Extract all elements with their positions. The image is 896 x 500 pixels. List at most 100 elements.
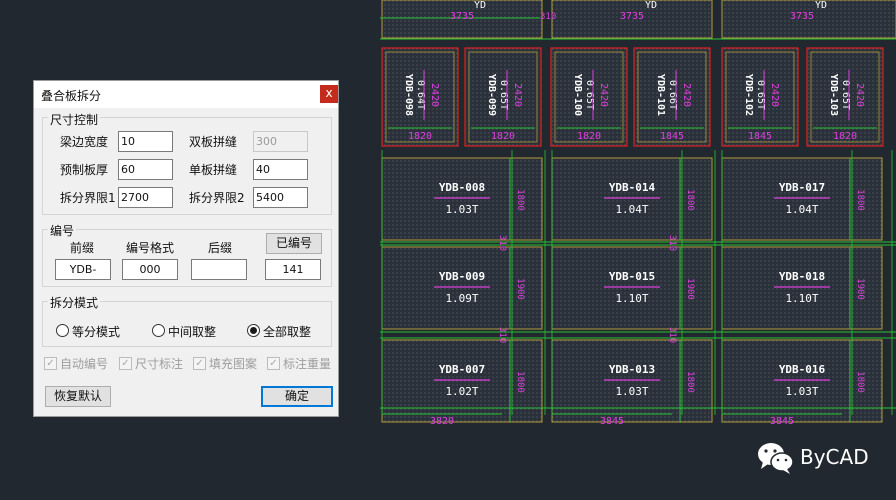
top-dim: 3735 [790,11,814,22]
numbered-count-input[interactable]: 141 [265,259,321,280]
mode-middle-radio[interactable] [152,324,165,337]
mode-all-label[interactable]: 全部取整 [263,323,311,340]
top-dim: 3735 [450,11,474,22]
watermark-text: ByCAD [800,445,869,469]
panel-length: 2420 [512,83,523,107]
panel-id: YDB-013 [609,363,655,376]
panel-id: YDB-008 [439,181,485,194]
panel-weight: 1.10T [615,292,648,305]
single-seam-label: 单板拼缝 [189,163,238,177]
split-limit-1-label: 拆分界限1 [60,191,116,205]
panel-weight: 1.02T [445,385,478,398]
precast-thickness-label: 预制板厚 [60,163,109,177]
size-group-label: 尺寸控制 [48,111,101,128]
weight-label-checkbox[interactable]: ✓ [267,357,280,370]
panel-id: YDB-007 [439,363,485,376]
panel-length: 2420 [769,83,780,107]
panel-width: 1845 [748,131,772,142]
panel-length: 2420 [429,83,440,107]
panel-dim: 1800 [855,189,865,211]
mode-equal-label[interactable]: 等分模式 [72,323,120,340]
top-label: YD [815,0,827,11]
split-dialog: 叠合板拆分 x 尺寸控制 梁边宽度 10 双板拼缝 300 预制板厚 60 单板… [33,80,339,417]
single-seam-input[interactable]: 40 [253,159,308,180]
split-limit-2-input[interactable]: 5400 [253,187,308,208]
joint-label: 310 [497,327,507,343]
wechat-icon [758,443,794,474]
split-limit-2-label: 拆分界限2 [189,191,245,205]
mode-all-radio[interactable] [247,324,260,337]
mode-middle-label[interactable]: 中间取整 [168,323,216,340]
panel-weight: 1.03T [785,385,818,398]
prefix-label: 前缀 [70,241,95,255]
panel-id: YDB-102 [743,74,754,116]
panel-bottom-dim: 3820 [430,416,454,427]
panel-weight: 1.09T [445,292,478,305]
dimension-label: 尺寸标注 [135,357,184,371]
top-label: YD [645,0,657,11]
panel-dim: 1800 [515,371,525,393]
beam-edge-width-label: 梁边宽度 [60,135,109,149]
joint-label: 310 [497,235,507,251]
prefix-input[interactable]: YDB- [55,259,111,280]
panel-length: 2420 [854,83,865,107]
numbering-group-label: 编号 [48,222,77,239]
panel-id: YDB-100 [572,74,583,116]
close-button[interactable]: x [320,85,338,103]
weight-label-label: 标注重量 [283,357,332,371]
panel-weight: 1.03T [615,385,648,398]
numbered-button[interactable]: 已编号 [266,233,322,254]
suffix-input[interactable] [191,259,247,280]
panel-weight: 1.04T [615,203,648,216]
panel-width: 1820 [491,131,515,142]
panel-dim: 1900 [515,278,525,300]
panel-dim: 1800 [515,189,525,211]
panel-weight: 1.03T [445,203,478,216]
suffix-label: 后缀 [208,241,233,255]
panel-dim: 1800 [685,371,695,393]
top-label: YD [474,0,486,11]
panel-id: YDB-017 [779,181,825,194]
precast-thickness-input[interactable]: 60 [118,159,173,180]
panel-width: 1820 [577,131,601,142]
joint-label: 310 [667,327,677,343]
split-mode-group-label: 拆分模式 [48,294,101,311]
panel-width: 1820 [408,131,432,142]
panel-width: 1845 [660,131,684,142]
double-seam-input: 300 [253,131,308,152]
panel-id: YDB-014 [609,181,656,194]
dialog-title: 叠合板拆分 [41,89,102,103]
panel-dim: 1900 [685,278,695,300]
panel-length: 2420 [681,83,692,107]
panel-bottom-dim: 3845 [770,416,794,427]
panel-id: YDB-009 [439,270,485,283]
number-format-label: 编号格式 [126,241,175,255]
panel-width: 1820 [833,131,857,142]
panel-dim: 1900 [855,278,865,300]
dimension-checkbox[interactable]: ✓ [119,357,132,370]
auto-number-checkbox[interactable]: ✓ [44,357,57,370]
hatch-label: 填充图案 [209,357,258,371]
ok-button[interactable]: 确定 [261,386,333,407]
dialog-title-bar[interactable]: 叠合板拆分 x [34,81,338,108]
panel-weight: 1.10T [785,292,818,305]
panel-length: 2420 [598,83,609,107]
beam-edge-width-input[interactable]: 10 [118,131,173,152]
panel-weight: 1.04T [785,203,818,216]
panel-dim: 1800 [685,189,695,211]
split-limit-1-input[interactable]: 2700 [118,187,173,208]
panel-id: YDB-103 [828,74,839,116]
top-dim: 3735 [620,11,644,22]
hatch-checkbox[interactable]: ✓ [193,357,206,370]
panel-id: YDB-101 [655,74,666,116]
auto-number-label: 自动编号 [60,357,109,371]
panel-id: YDB-015 [609,270,655,283]
panel-dim: 1800 [855,371,865,393]
mode-equal-radio[interactable] [56,324,69,337]
number-format-input[interactable]: 000 [122,259,178,280]
panel-id: YDB-016 [779,363,826,376]
panel-bottom-dim: 3845 [600,416,624,427]
restore-defaults-button[interactable]: 恢复默认 [45,386,111,407]
panel-id: YDB-098 [403,74,414,116]
panel-id: YDB-099 [486,74,497,116]
